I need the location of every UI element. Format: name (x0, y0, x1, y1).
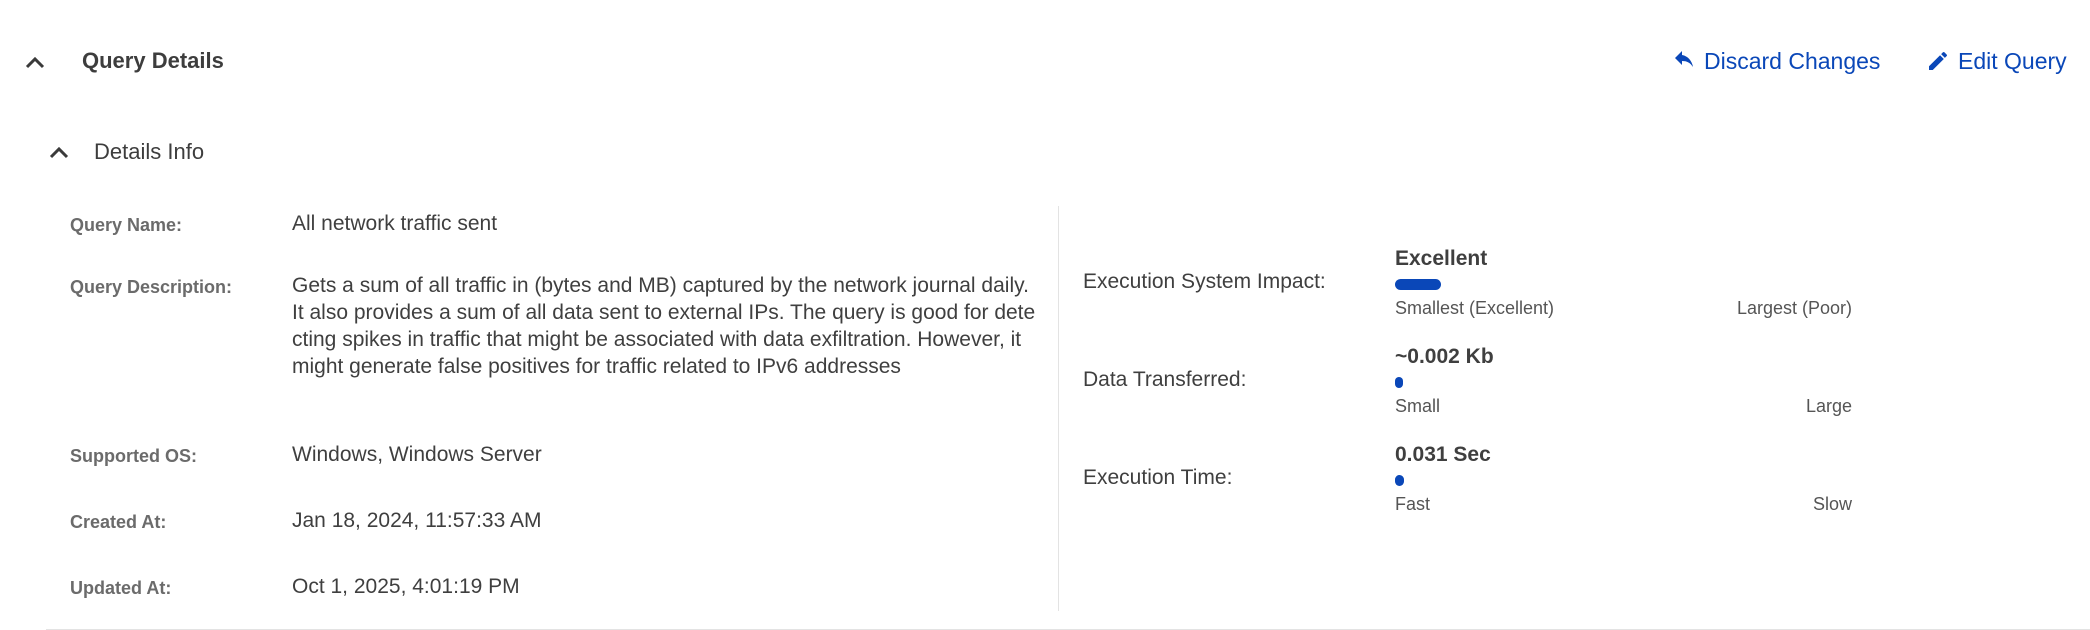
updated-at-label: Updated At: (70, 578, 172, 598)
execution-time-meter (1395, 475, 1853, 486)
created-at-label: Created At: (70, 512, 167, 532)
discard-changes-label: Discard Changes (1704, 48, 1881, 74)
undo-icon (1675, 51, 1693, 67)
execution-time-fill (1395, 475, 1405, 486)
execution-impact-label: Execution System Impact: (1083, 270, 1326, 293)
data-transferred-value: ~0.002 Kb (1395, 345, 1494, 368)
created-at-value: Jan 18, 2024, 11:57:33 AM (292, 509, 542, 532)
chevron-up-icon[interactable] (44, 137, 74, 167)
execution-time-min-label: Fast (1395, 494, 1431, 514)
supported-os-label: Supported OS: (70, 446, 197, 466)
data-transferred-fill (1395, 377, 1403, 388)
edit-query-label: Edit Query (1958, 48, 2067, 74)
discard-changes-button[interactable]: Discard Changes (1672, 46, 1880, 76)
execution-impact-fill (1395, 279, 1441, 290)
supported-os-value: Windows, Windows Server (292, 443, 542, 466)
pencil-icon (1929, 51, 1948, 70)
data-transferred-min-label: Small (1395, 396, 1441, 416)
chevron-up-icon[interactable] (20, 47, 50, 77)
execution-time-value: 0.031 Sec (1395, 443, 1491, 466)
execution-impact-max-label: Largest (Poor) (1736, 298, 1852, 318)
data-transferred-max-label: Large (1805, 396, 1852, 416)
execution-impact-value: Excellent (1395, 247, 1488, 270)
column-divider (1058, 206, 1059, 611)
query-description-label: Query Description: (70, 277, 233, 297)
execution-impact-min-label: Smallest (Excellent) (1395, 298, 1555, 318)
query-name-value: All network traffic sent (292, 212, 498, 235)
query-details-panel: Query Details Discard Changes Edit Query… (0, 0, 2090, 630)
query-description-value: Gets a sum of all traffic in (bytes and … (292, 274, 1036, 378)
execution-time-max-label: Slow (1812, 494, 1852, 514)
data-transferred-label: Data Transferred: (1083, 368, 1247, 391)
data-transferred-meter (1395, 377, 1853, 388)
query-name-label: Query Name: (70, 215, 183, 235)
edit-query-button[interactable]: Edit Query (1926, 46, 2067, 76)
details-info-title: Details Info (94, 139, 205, 164)
query-details-title: Query Details (82, 48, 224, 73)
execution-impact-meter (1395, 279, 1853, 290)
execution-time-label: Execution Time: (1083, 466, 1233, 489)
updated-at-value: Oct 1, 2025, 4:01:19 PM (292, 575, 520, 598)
